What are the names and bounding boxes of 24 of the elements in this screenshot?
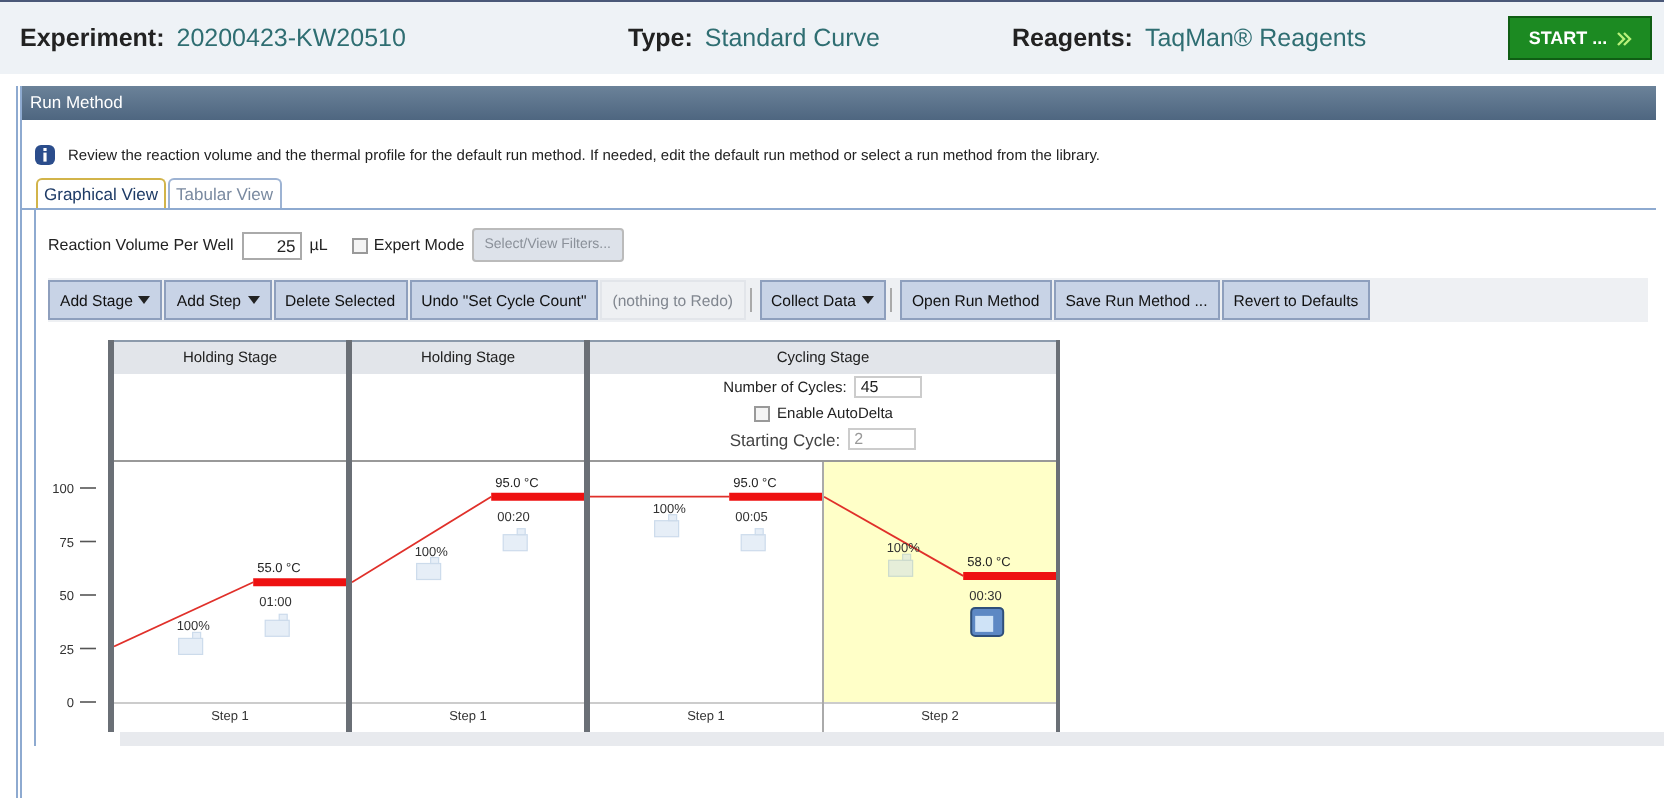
volume-label: Reaction Volume Per Well	[48, 236, 234, 254]
caret-icon	[247, 296, 260, 304]
unit-label: µL	[309, 236, 328, 254]
checkbox[interactable]	[753, 405, 770, 421]
field-label: Experiment:	[20, 24, 165, 52]
start-button[interactable]: START ...	[1508, 16, 1652, 60]
view-tab[interactable]: Graphical View	[36, 178, 167, 208]
info-icon	[34, 144, 56, 166]
cycles-field[interactable]: 45	[854, 376, 923, 398]
field-value: Standard Curve	[704, 24, 880, 52]
chevron-icon	[1615, 31, 1632, 45]
starting-cycle-label: Starting Cycle:	[729, 429, 841, 449]
caret-icon	[861, 296, 874, 304]
scroll-bar[interactable]	[120, 732, 1664, 746]
panel-title: Run Method	[22, 86, 1656, 120]
checkbox-label: Expert Mode	[373, 236, 465, 254]
field-value: TaqMan® Reagents	[1144, 24, 1367, 52]
caret-icon	[138, 296, 151, 304]
field-label: Reagents:	[1012, 24, 1133, 52]
field-label: Type:	[628, 24, 693, 52]
field-value: 20200423-KW20510	[176, 24, 406, 52]
view-tab[interactable]: Tabular View	[168, 178, 282, 208]
volume-field[interactable]: 25	[241, 231, 302, 259]
checkbox[interactable]	[351, 237, 368, 253]
